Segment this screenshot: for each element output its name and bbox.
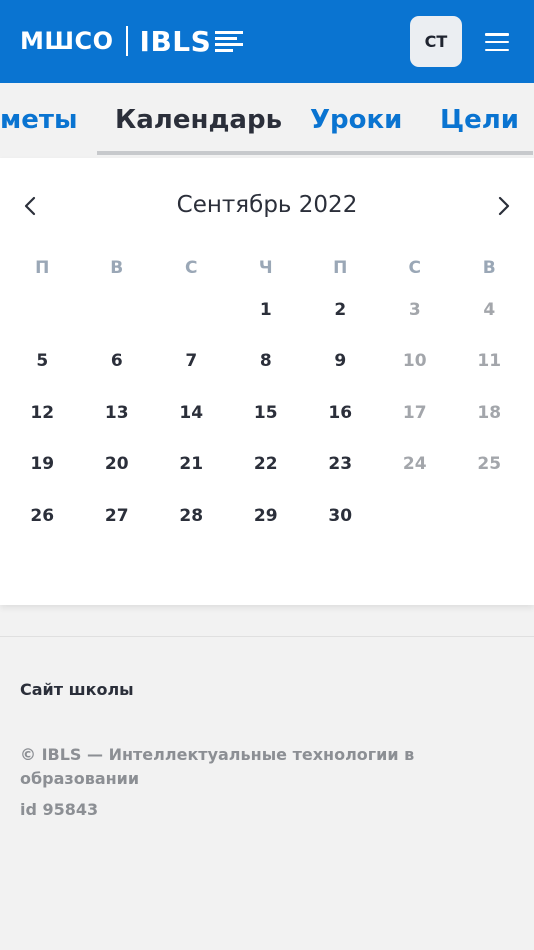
calendar-week: 5 6 7 8 9 10 11 <box>5 349 527 373</box>
user-avatar[interactable]: СТ <box>410 16 462 67</box>
section-tabs: меты Календарь Уроки Цели <box>0 83 534 158</box>
weekday-label: В <box>482 258 496 278</box>
active-tab-underline <box>97 151 533 155</box>
calendar-day[interactable]: 21 <box>154 452 229 476</box>
user-id-text: id 95843 <box>20 800 99 819</box>
calendar-day[interactable]: 27 <box>80 504 155 528</box>
calendar-day[interactable]: 16 <box>303 401 378 425</box>
logo-mshso: МШСО <box>20 27 114 55</box>
logo-separator <box>125 26 128 56</box>
calendar-day[interactable]: 8 <box>229 349 304 373</box>
calendar-day[interactable]: 15 <box>229 401 304 425</box>
calendar-day-weekend[interactable]: 25 <box>452 452 527 476</box>
weekday-label: П <box>333 258 348 278</box>
weekday-label: Ч <box>258 258 273 278</box>
weekday-header: П В С Ч П С В <box>5 258 527 278</box>
calendar-day[interactable]: 22 <box>229 452 304 476</box>
calendar-day[interactable]: 28 <box>154 504 229 528</box>
weekday-label: С <box>408 258 421 278</box>
calendar-day[interactable]: 9 <box>303 349 378 373</box>
calendar-week: 26 27 28 29 30 <box>5 504 527 528</box>
logo-ibls: IBLS <box>139 24 212 58</box>
calendar-day-weekend[interactable]: 17 <box>378 401 453 425</box>
chevron-right-icon[interactable] <box>494 194 514 218</box>
calendar-day[interactable]: 2 <box>303 298 378 322</box>
brand-logo[interactable]: МШСО IBLS <box>20 24 244 58</box>
calendar-day[interactable]: 19 <box>5 452 80 476</box>
calendar-day-weekend[interactable]: 4 <box>452 298 527 322</box>
calendar-day[interactable]: 14 <box>154 401 229 425</box>
calendar-day[interactable]: 20 <box>80 452 155 476</box>
calendar-week: 12 13 14 15 16 17 18 <box>5 401 527 425</box>
weekday-label: П <box>35 258 50 278</box>
calendar-day[interactable]: 12 <box>5 401 80 425</box>
copyright-text: © IBLS — Интеллектуальные технологии в о… <box>20 745 415 788</box>
calendar-day-weekend[interactable]: 3 <box>378 298 453 322</box>
logo-lines-icon <box>215 30 244 52</box>
tab-calendar[interactable]: Календарь <box>115 105 282 135</box>
calendar-day[interactable]: 5 <box>5 349 80 373</box>
school-site-link[interactable]: Сайт школы <box>20 680 134 699</box>
calendar-day[interactable]: 6 <box>80 349 155 373</box>
hamburger-icon[interactable] <box>485 33 509 51</box>
calendar-day[interactable]: 29 <box>229 504 304 528</box>
weekday-label: В <box>110 258 124 278</box>
calendar-day-weekend[interactable]: 10 <box>378 349 453 373</box>
calendar-day[interactable]: 23 <box>303 452 378 476</box>
calendar-day[interactable]: 30 <box>303 504 378 528</box>
tab-goals[interactable]: Цели <box>440 105 519 135</box>
calendar-day[interactable]: 26 <box>5 504 80 528</box>
calendar-day[interactable]: 7 <box>154 349 229 373</box>
footer-divider <box>0 636 534 637</box>
tab-lessons[interactable]: Уроки <box>310 105 402 135</box>
month-title: Сентябрь 2022 <box>176 192 358 218</box>
calendar-day-weekend[interactable]: 18 <box>452 401 527 425</box>
calendar-day-weekend[interactable]: 24 <box>378 452 453 476</box>
calendar-day[interactable]: 13 <box>80 401 155 425</box>
weekday-label: С <box>185 258 198 278</box>
calendar-week: 1 2 3 4 <box>5 298 527 322</box>
calendar-card: Сентябрь 2022 П В С Ч П С В 1 2 3 4 5 6 … <box>0 158 534 605</box>
calendar-week: 19 20 21 22 23 24 25 <box>5 452 527 476</box>
tab-predmety[interactable]: меты <box>0 105 77 135</box>
calendar-day-weekend[interactable]: 11 <box>452 349 527 373</box>
app-header: МШСО IBLS СТ <box>0 0 534 83</box>
calendar-day[interactable]: 1 <box>229 298 304 322</box>
